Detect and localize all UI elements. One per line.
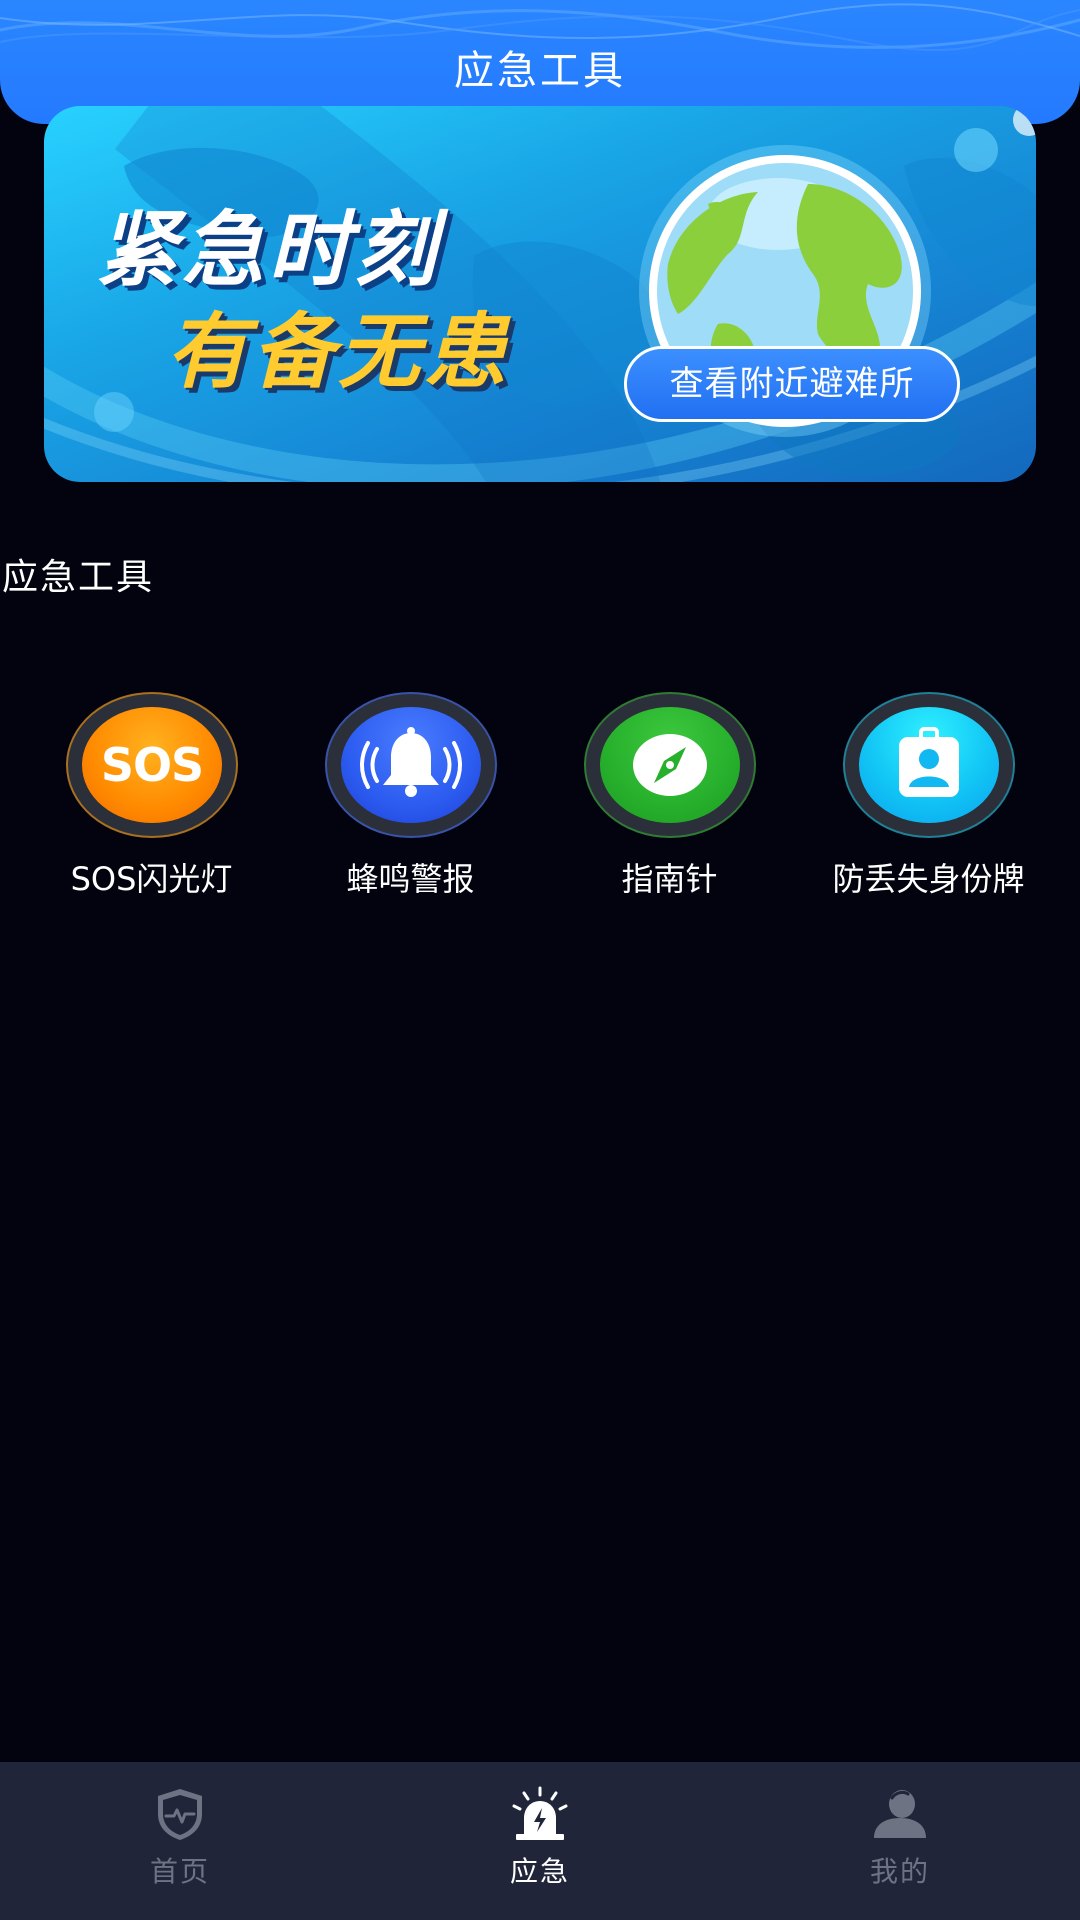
svg-text:SOS: SOS: [100, 738, 202, 792]
compass-icon: [599, 707, 740, 823]
bottom-tab-bar: 首页 应急 我的: [0, 1762, 1080, 1920]
slogan-line-1: 紧急时刻: [96, 203, 440, 298]
tool-label: 指南针: [621, 860, 718, 898]
tab-mine[interactable]: 我的: [800, 1762, 1000, 1920]
tab-label: 我的: [869, 1855, 930, 1888]
tab-label: 首页: [149, 1855, 210, 1888]
shield-heartbeat-icon: [158, 1789, 202, 1840]
tool-anti-lost-id-badge[interactable]: 防丢失身份牌: [799, 692, 1058, 912]
id-badge-icon: [858, 707, 999, 823]
user-icon: [874, 1790, 926, 1838]
tab-home[interactable]: 首页: [80, 1762, 280, 1920]
tool-sos-flashlight[interactable]: SOS SOS闪光灯: [22, 692, 281, 912]
page-title: 应急工具: [454, 48, 626, 94]
slogan-line-2: 有备无患: [166, 305, 510, 400]
tab-label: 应急: [509, 1855, 570, 1888]
tab-emergency[interactable]: 应急: [440, 1762, 640, 1920]
tool-label: SOS闪光灯: [70, 860, 233, 898]
tool-label: 防丢失身份牌: [832, 860, 1025, 898]
tool-label: 蜂鸣警报: [346, 860, 475, 898]
view-nearby-shelters-button[interactable]: 查看附近避难所: [624, 346, 960, 422]
sos-icon: SOS: [81, 707, 222, 823]
tool-grid: SOS SOS闪光灯 蜂鸣警报 指南针 防丢失身份牌: [0, 692, 1080, 912]
emergency-banner[interactable]: 紧急时刻 有备无患 查看附近避难所: [44, 106, 1036, 482]
emergency-tools-screen: 应急工具 紧急时刻 有备无患 查看附近避难所 应急工具 SOS SOS闪光灯 蜂…: [0, 0, 1080, 1920]
tool-compass[interactable]: 指南针: [540, 692, 799, 912]
tool-buzzer-alarm[interactable]: 蜂鸣警报: [281, 692, 540, 912]
section-title: 应急工具: [2, 557, 155, 598]
bell-icon: [340, 707, 481, 823]
siren-icon: [512, 1786, 568, 1840]
